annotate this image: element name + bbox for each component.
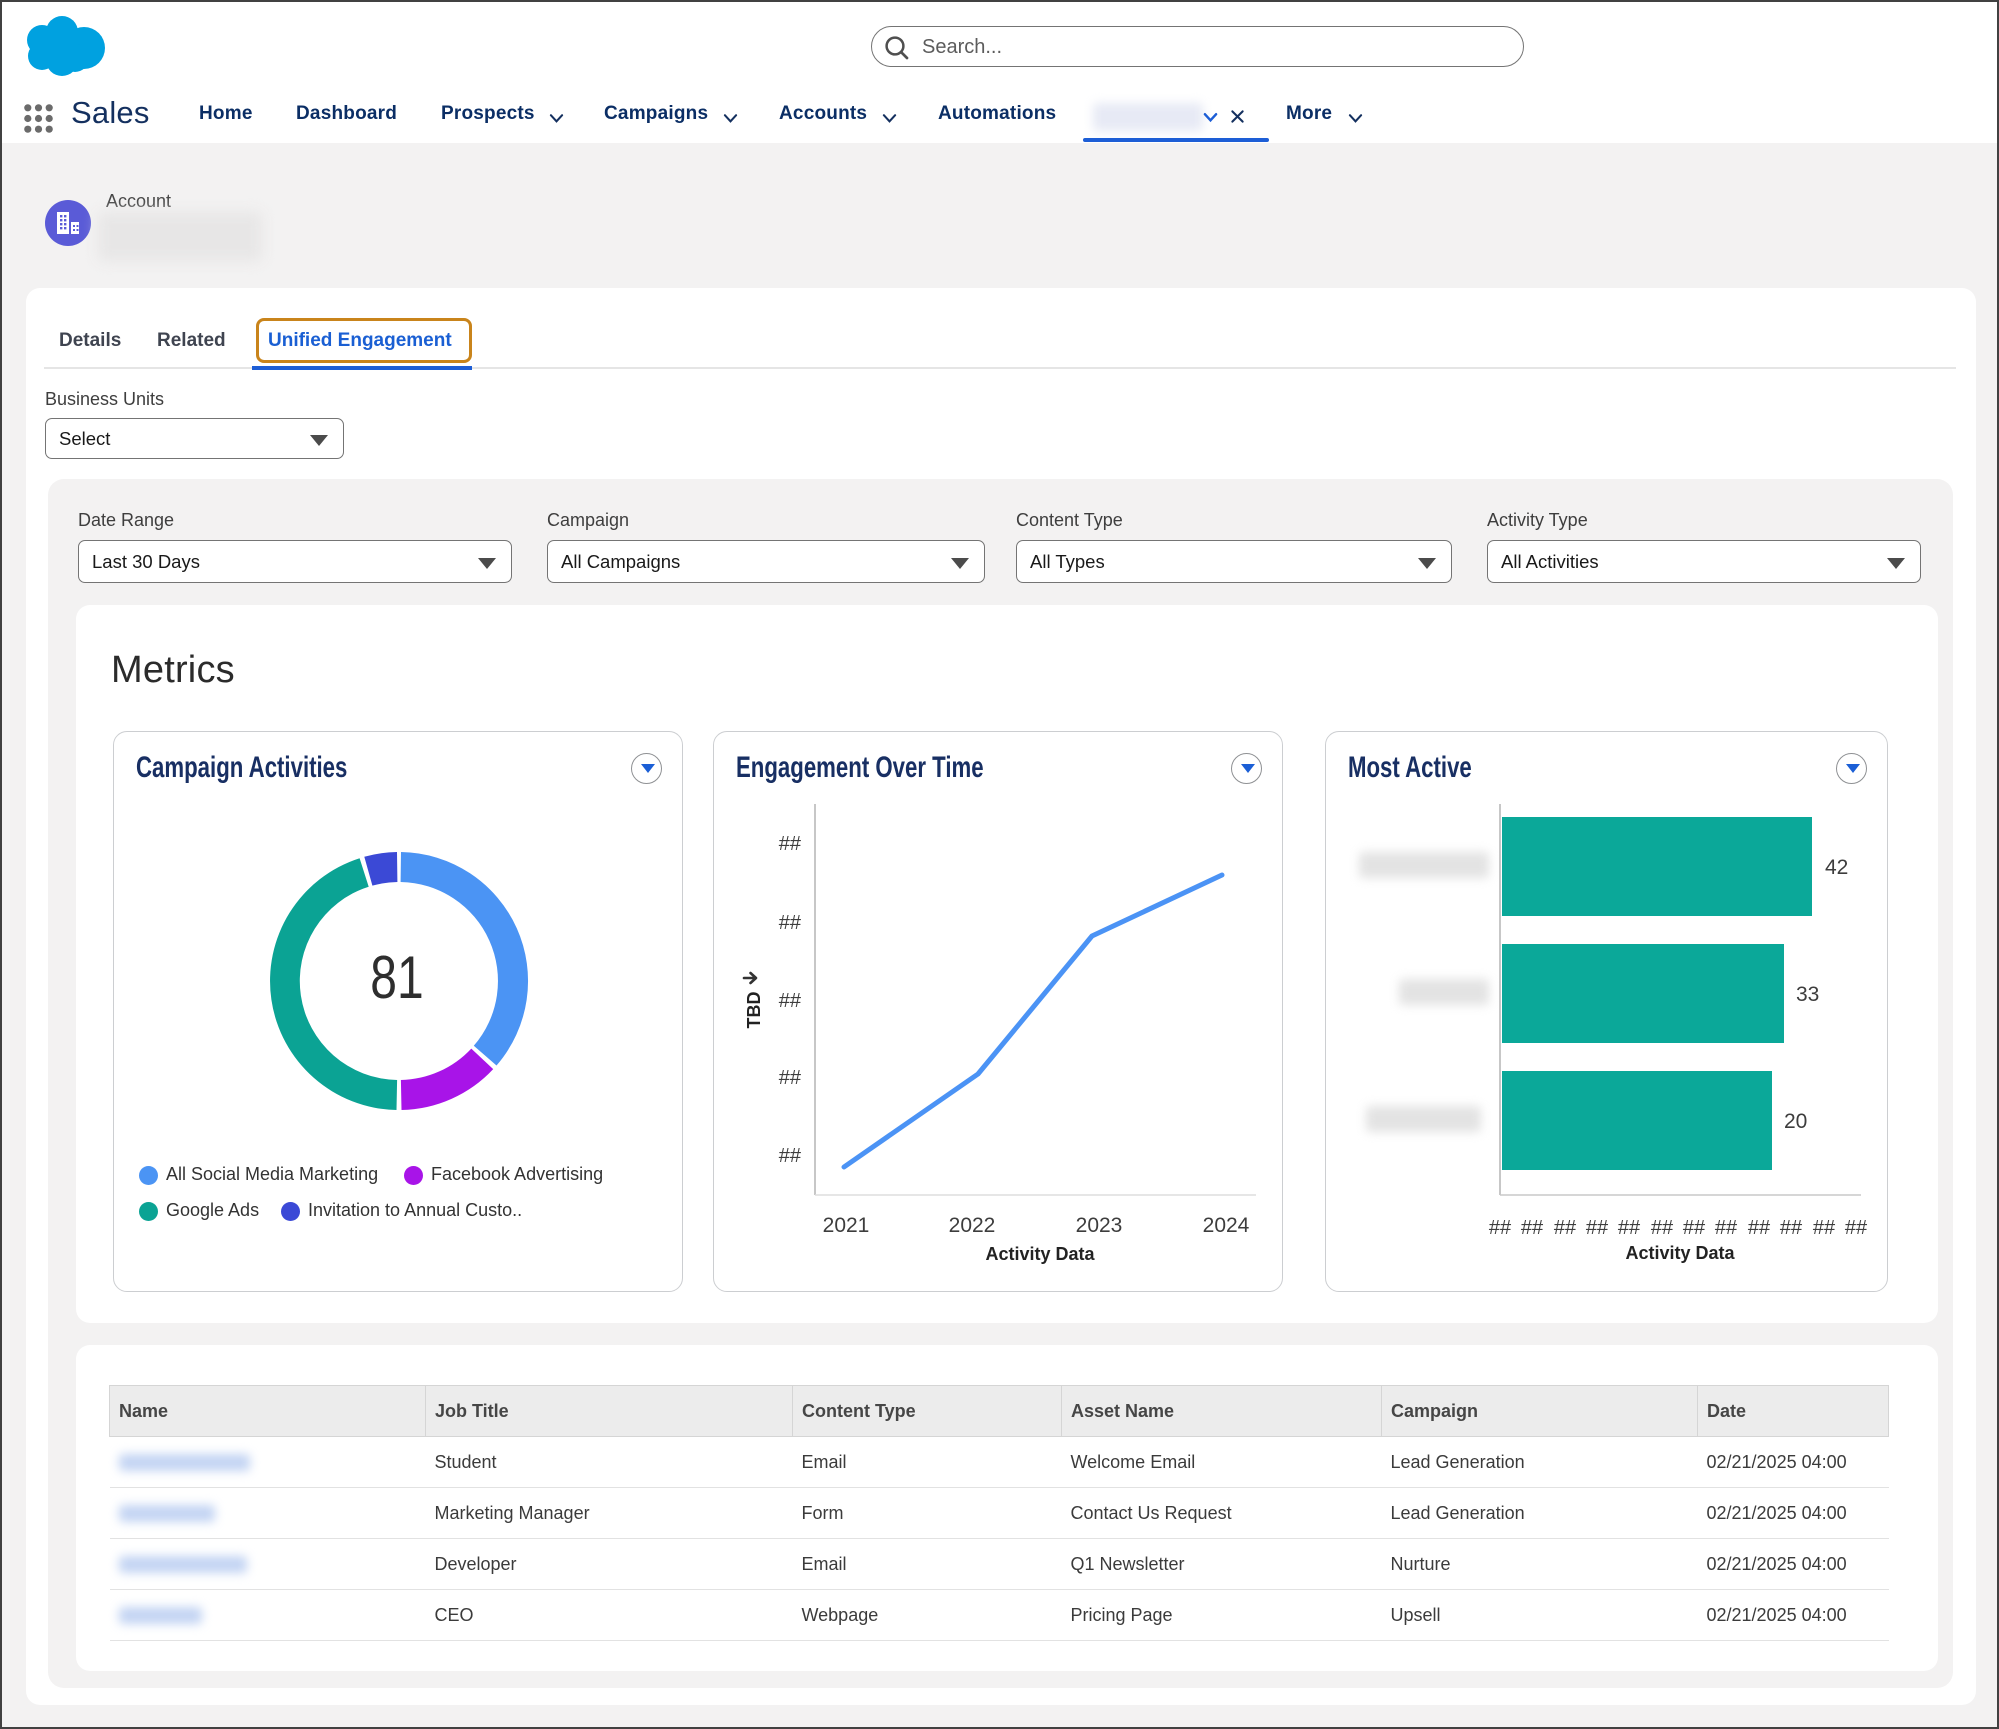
svg-text:##: ## (1683, 1217, 1706, 1239)
svg-text:2021: 2021 (823, 1214, 870, 1237)
svg-text:Activity Data: Activity Data (1625, 1243, 1735, 1263)
svg-text:##: ## (1586, 1217, 1609, 1239)
svg-text:##: ## (779, 990, 802, 1012)
svg-text:##: ## (1780, 1217, 1803, 1239)
svg-text:##: ## (779, 912, 802, 934)
svg-text:81: 81 (370, 944, 423, 1011)
svg-text:##: ## (779, 1067, 802, 1089)
svg-text:Activity Data: Activity Data (985, 1244, 1095, 1264)
svg-text:2024: 2024 (1203, 1214, 1250, 1237)
svg-text:##: ## (1813, 1217, 1836, 1239)
svg-text:2023: 2023 (1076, 1214, 1123, 1237)
svg-text:33: 33 (1796, 983, 1819, 1006)
svg-text:42: 42 (1825, 856, 1848, 879)
svg-text:##: ## (779, 833, 802, 855)
svg-text:TBD: TBD (744, 992, 764, 1029)
svg-text:##: ## (1715, 1217, 1738, 1239)
svg-text:##: ## (1651, 1217, 1674, 1239)
svg-text:20: 20 (1784, 1110, 1807, 1133)
svg-text:##: ## (779, 1145, 802, 1167)
svg-text:##: ## (1748, 1217, 1771, 1239)
svg-text:2022: 2022 (949, 1214, 996, 1237)
svg-text:##: ## (1845, 1217, 1868, 1239)
svg-text:##: ## (1618, 1217, 1641, 1239)
svg-text:##: ## (1554, 1217, 1577, 1239)
svg-text:##: ## (1521, 1217, 1544, 1239)
svg-text:##: ## (1489, 1217, 1512, 1239)
